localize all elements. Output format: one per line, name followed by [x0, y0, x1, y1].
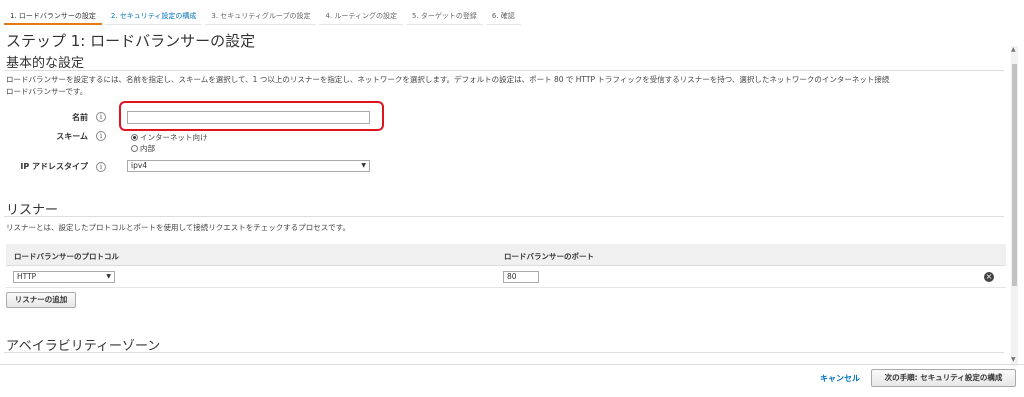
scheme-internal[interactable]: 内部	[131, 143, 155, 154]
info-icon[interactable]: i	[96, 162, 106, 172]
scroll-down-icon[interactable]: ▼	[1011, 356, 1016, 363]
step-1[interactable]: 1. ロードバランサーの設定	[4, 5, 102, 25]
radio-selected-icon	[131, 134, 138, 141]
listeners-table-header: ロードバランサーのプロトコル ロードバランサーのポート	[6, 244, 1006, 266]
protocol-select[interactable]: HTTP ▼	[13, 271, 115, 283]
scroll-up-icon[interactable]: ▲	[1011, 46, 1016, 53]
step-5[interactable]: 5. ターゲットの登録	[405, 5, 483, 25]
cancel-link[interactable]: キャンセル	[820, 373, 860, 384]
next-step-button[interactable]: 次の手順: セキュリティ設定の構成	[871, 369, 1016, 387]
basic-settings-heading: 基本的な設定	[6, 56, 85, 71]
name-label: 名前	[72, 113, 88, 122]
basic-description-line2: ロードバランサーです。	[6, 87, 88, 96]
basic-description: ロードバランサーを設定するには、名前を指定し、スキームを選択して、1 つ以上のリ…	[6, 74, 1006, 98]
ip-type-select[interactable]: ipv4 ▼	[127, 160, 370, 172]
scrollbar-thumb[interactable]	[1012, 64, 1017, 286]
radio-icon	[131, 145, 138, 152]
step-3[interactable]: 3. セキュリティグループの設定	[205, 5, 317, 25]
name-field-highlight	[119, 101, 384, 131]
page-title: ステップ 1: ロードバランサーの設定	[6, 32, 256, 50]
listeners-description: リスナーとは、設定したプロトコルとポートを使用して接続リクエストをチェックするプ…	[6, 223, 351, 232]
divider	[4, 216, 1004, 217]
step-2[interactable]: 2. セキュリティ設定の構成	[104, 5, 203, 25]
ip-type-label: IP アドレスタイプ	[20, 162, 88, 171]
step-6[interactable]: 6. 確認	[485, 5, 521, 25]
scheme-internet-facing[interactable]: インターネット向け	[131, 132, 208, 143]
divider	[4, 70, 1004, 71]
dropdown-arrow-icon: ▼	[361, 162, 366, 169]
scheme-label: スキーム	[56, 132, 88, 141]
basic-description-line1: ロードバランサーを設定するには、名前を指定し、スキームを選択して、1 つ以上のリ…	[6, 75, 890, 84]
column-protocol: ロードバランサーのプロトコル	[14, 252, 119, 261]
wizard-steps: 1. ロードバランサーの設定 2. セキュリティ設定の構成 3. セキュリティグ…	[4, 5, 524, 25]
port-input[interactable]: 80	[503, 271, 539, 283]
column-port: ロードバランサーのポート	[504, 252, 594, 261]
info-icon[interactable]: i	[96, 112, 106, 122]
step-4[interactable]: 4. ルーティングの設定	[319, 5, 403, 25]
scheme-option-label: 内部	[140, 144, 155, 153]
ip-type-value: ipv4	[131, 161, 148, 170]
scrollbar[interactable]	[1011, 46, 1018, 366]
add-listener-button[interactable]: リスナーの追加	[6, 292, 76, 308]
dropdown-arrow-icon: ▼	[106, 273, 111, 280]
protocol-value: HTTP	[17, 272, 37, 281]
scheme-option-label: インターネット向け	[140, 133, 208, 142]
footer-divider	[0, 364, 1024, 365]
divider	[4, 352, 1004, 353]
remove-listener-icon[interactable]: ×	[984, 272, 994, 282]
table-row: HTTP ▼ 80 ×	[6, 266, 1006, 288]
info-icon[interactable]: i	[96, 131, 106, 141]
